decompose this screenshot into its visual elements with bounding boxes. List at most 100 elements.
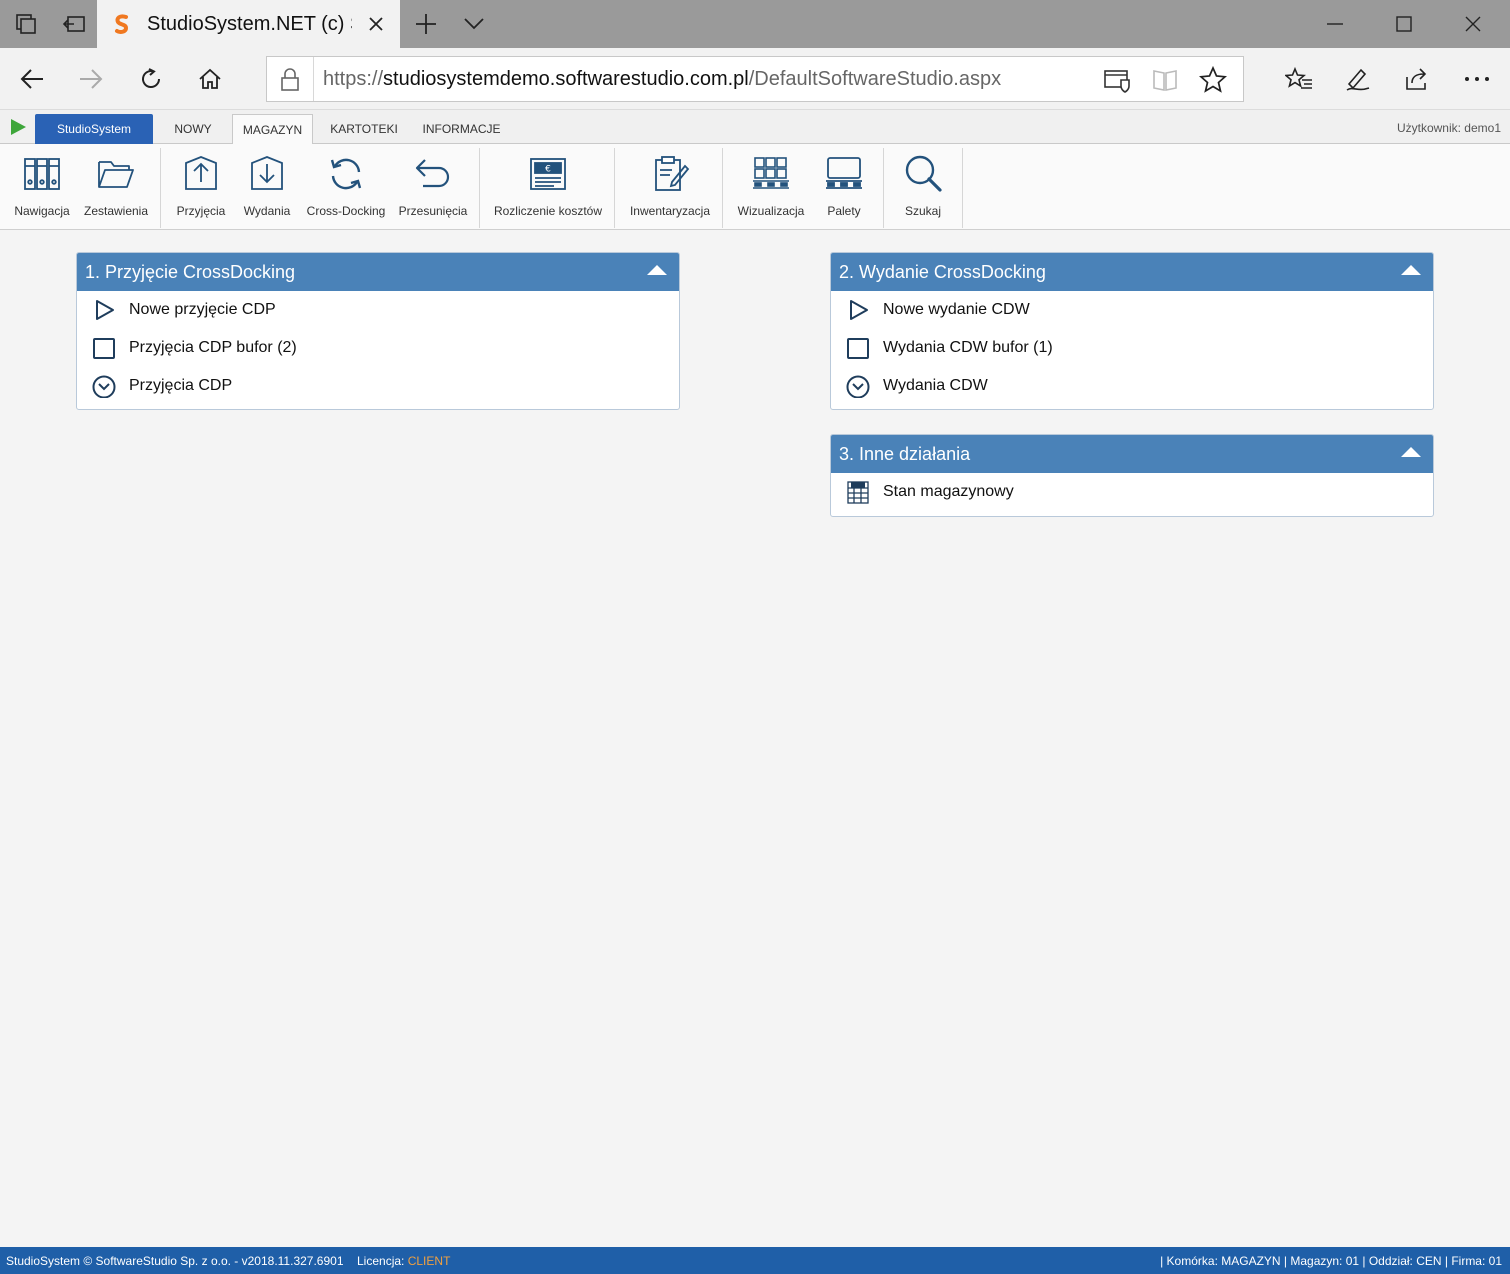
set-aside-tabs-icon[interactable] <box>50 0 98 48</box>
toolbar-button-przesuniecia[interactable]: Przesunięcia <box>396 150 470 224</box>
panel-item-nowe-wydanie[interactable]: Nowe wydanie CDW <box>831 291 1433 329</box>
panel-item-nowe-przyjecie[interactable]: Nowe przyjęcie CDP <box>77 291 679 329</box>
panel-title: 2. Wydanie CrossDocking <box>839 261 1046 282</box>
panel-inne-dzialania: 3. Inne działania Stan magazynowy <box>830 434 1434 517</box>
status-context: | Komórka: MAGAZYN | Magazyn: 01 | Oddzi… <box>1160 1254 1502 1268</box>
tab-nowy[interactable]: NOWY <box>162 114 224 144</box>
minimize-icon[interactable] <box>1301 0 1369 48</box>
toolbar-button-rozliczenie-kosztow[interactable]: € Rozliczenie kosztów <box>490 150 606 224</box>
checkbox-icon <box>847 338 869 359</box>
address-separator <box>313 57 314 101</box>
current-user: Użytkownik: demo1 <box>1396 121 1501 135</box>
reading-view-icon[interactable] <box>1151 66 1179 94</box>
pallet-icon <box>826 157 862 189</box>
studiosystem-favicon-icon <box>115 14 129 34</box>
outbound-icon <box>251 156 283 190</box>
collapse-caret-icon[interactable] <box>647 265 667 275</box>
tab-kartoteki[interactable]: KARTOTEKI <box>324 114 404 144</box>
toolbar-button-cross-docking[interactable]: Cross-Docking <box>304 150 388 224</box>
new-tab-icon[interactable] <box>402 0 450 48</box>
toolbar-label: Przesunięcia <box>398 204 468 218</box>
toolbar-label: Zestawienia <box>83 204 149 218</box>
app-menu-bar: StudioSystem NOWY MAGAZYN KARTOTEKI INFO… <box>0 110 1510 145</box>
panel-header[interactable]: 2. Wydanie CrossDocking <box>831 253 1433 291</box>
home-icon[interactable] <box>181 48 239 110</box>
browser-tab-active[interactable]: StudioSystem.NET (c) Sc <box>97 0 400 48</box>
status-copyright: StudioSystem © SoftwareStudio Sp. z o.o.… <box>6 1254 344 1268</box>
address-bar[interactable]: https://studiosystemdemo.softwarestudio.… <box>266 56 1244 102</box>
url-text[interactable]: https://studiosystemdemo.softwarestudio.… <box>323 68 1001 91</box>
back-icon[interactable] <box>3 48 61 110</box>
panel-wydanie-crossdocking: 2. Wydanie CrossDocking Nowe wydanie CDW… <box>830 252 1434 410</box>
collapse-caret-icon[interactable] <box>1401 447 1421 457</box>
maximize-icon[interactable] <box>1370 0 1438 48</box>
forward-icon[interactable] <box>62 48 120 110</box>
license-value: CLIENT <box>407 1254 451 1268</box>
toolbar-button-wydania[interactable]: Wydania <box>236 150 298 224</box>
toolbar-button-nawigacja[interactable]: Nawigacja <box>10 150 74 224</box>
binders-icon <box>24 158 60 190</box>
toolbar-button-zestawienia[interactable]: Zestawienia <box>80 150 152 224</box>
panel-item-label: Wydania CDW bufor (1) <box>883 339 1053 356</box>
toolbar-label: Wydania <box>243 204 291 218</box>
toolbar-separator <box>160 148 161 228</box>
tab-studiosystem[interactable]: StudioSystem <box>35 114 153 144</box>
refresh-icon[interactable] <box>122 48 180 110</box>
panel-item-label: Przyjęcia CDP bufor (2) <box>129 339 297 356</box>
circle-chevron-down-icon <box>92 375 116 398</box>
lock-icon[interactable] <box>279 68 301 92</box>
panel-header[interactable]: 1. Przyjęcie CrossDocking <box>77 253 679 291</box>
status-bar: StudioSystem © SoftwareStudio Sp. z o.o.… <box>0 1247 1510 1274</box>
tab-manager-icon[interactable] <box>2 0 50 48</box>
magnifier-icon <box>905 155 942 192</box>
url-path: /DefaultSoftwareStudio.aspx <box>748 68 1002 90</box>
panel-item-wydania-bufor[interactable]: Wydania CDW bufor (1) <box>831 329 1433 367</box>
close-tab-icon[interactable] <box>364 12 388 36</box>
favorites-icon[interactable] <box>1270 48 1328 110</box>
tab-magazyn[interactable]: MAGAZYN <box>232 114 313 145</box>
url-host: studiosystemdemo.softwarestudio.com.pl <box>383 68 749 90</box>
toolbar-separator <box>479 148 480 228</box>
toolbar-button-inwentaryzacja[interactable]: Inwentaryzacja <box>624 150 716 224</box>
xls-sheet-icon <box>847 481 869 504</box>
invoice-icon: € <box>530 158 566 190</box>
panel-item-label: Stan magazynowy <box>883 483 1014 500</box>
panel-item-label: Wydania CDW <box>883 377 988 394</box>
toolbar-button-wizualizacja[interactable]: Wizualizacja <box>734 150 808 224</box>
site-permissions-icon[interactable] <box>1103 66 1131 94</box>
folder-icon <box>98 161 134 188</box>
tab-list-chevron-down-icon[interactable] <box>450 0 498 48</box>
toolbar-label: Przyjęcia <box>176 204 226 218</box>
close-window-icon[interactable] <box>1439 0 1507 48</box>
browser-tab-title: StudioSystem.NET (c) Sc <box>147 12 352 35</box>
toolbar-separator <box>962 148 963 228</box>
toolbar-label: Rozliczenie kosztów <box>493 204 603 218</box>
undo-arrow-icon <box>415 159 450 188</box>
panel-item-przyjecia[interactable]: Przyjęcia CDP <box>77 367 679 405</box>
status-license: Licencja: CLIENT <box>357 1254 450 1268</box>
play-green-icon[interactable] <box>9 118 27 136</box>
toolbar-label: Wizualizacja <box>737 204 805 218</box>
notes-pen-icon[interactable] <box>1329 48 1387 110</box>
panel-item-przyjecia-bufor[interactable]: Przyjęcia CDP bufor (2) <box>77 329 679 367</box>
ribbon-toolbar: Nawigacja Zestawienia Przyjęcia Wydania … <box>0 144 1510 230</box>
cycle-icon <box>330 158 362 190</box>
tab-informacje[interactable]: INFORMACJE <box>414 114 509 144</box>
panel-item-stan-magazynowy[interactable]: Stan magazynowy <box>831 473 1433 511</box>
toolbar-button-palety[interactable]: Palety <box>816 150 872 224</box>
play-outline-icon <box>850 300 868 320</box>
toolbar-button-przyjecia[interactable]: Przyjęcia <box>170 150 232 224</box>
checkbox-icon <box>93 338 115 359</box>
toolbar-label: Szukaj <box>904 204 942 218</box>
panel-header[interactable]: 3. Inne działania <box>831 435 1433 473</box>
panel-title: 1. Przyjęcie CrossDocking <box>85 261 296 282</box>
share-icon[interactable] <box>1388 48 1446 110</box>
favorite-star-icon[interactable] <box>1199 66 1227 94</box>
license-label: Licencja: <box>357 1254 405 1268</box>
toolbar-separator <box>883 148 884 228</box>
pallet-boxes-icon <box>753 157 789 189</box>
more-icon[interactable] <box>1448 48 1506 110</box>
toolbar-button-szukaj[interactable]: Szukaj <box>894 150 952 224</box>
panel-item-wydania[interactable]: Wydania CDW <box>831 367 1433 405</box>
collapse-caret-icon[interactable] <box>1401 265 1421 275</box>
